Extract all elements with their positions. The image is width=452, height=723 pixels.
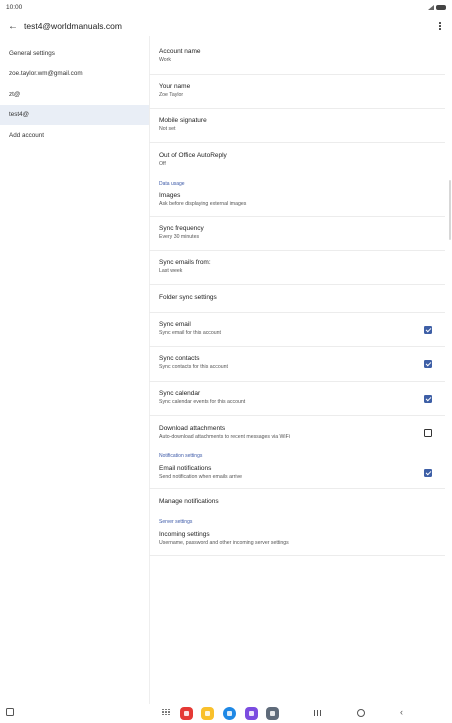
sync-email-checkbox[interactable] xyxy=(424,326,432,334)
setting-value: Sync calendar events for this account xyxy=(159,399,246,405)
setting-value: Off xyxy=(159,161,166,167)
setting-title: Incoming settings xyxy=(159,531,210,538)
signal-icon xyxy=(428,4,434,10)
setting-email-notifications[interactable]: Email notifications Send notification wh… xyxy=(149,462,445,489)
sync-contacts-checkbox[interactable] xyxy=(424,360,432,368)
status-icons xyxy=(428,4,446,10)
setting-value: Ask before displaying external images xyxy=(159,201,247,207)
setting-title: Manage notifications xyxy=(159,498,219,505)
setting-download-attachments[interactable]: Download attachments Auto-download attac… xyxy=(149,416,445,449)
setting-value: Username, password and other incoming se… xyxy=(159,540,289,546)
setting-title: Download attachments xyxy=(159,425,226,432)
setting-sync-frequency[interactable]: Sync frequency Every 30 minutes xyxy=(149,217,445,251)
setting-title: Your name xyxy=(159,83,191,90)
settings-list: Account name Work Your name Zoe Taylor M… xyxy=(149,41,445,556)
setting-value: Send notification when emails arrive xyxy=(159,474,243,480)
setting-value: Last week xyxy=(159,268,183,274)
section-heading-data-usage: Data usage xyxy=(159,180,185,187)
setting-account-name[interactable]: Account name Work xyxy=(149,41,445,75)
email-notifications-checkbox[interactable] xyxy=(424,469,432,477)
keyboard-icon[interactable] xyxy=(6,708,14,716)
setting-value: Not set xyxy=(159,126,176,132)
setting-sync-emails-from[interactable]: Sync emails from: Last week xyxy=(149,251,445,285)
setting-title: Sync frequency xyxy=(159,225,204,232)
dock-app-red-icon[interactable] xyxy=(180,707,193,720)
setting-mobile-signature[interactable]: Mobile signature Not set xyxy=(149,109,445,143)
setting-images[interactable]: Images Ask before displaying external im… xyxy=(149,190,445,217)
setting-value: Auto-download attachments to recent mess… xyxy=(159,434,290,440)
system-nav-bar: ‹ xyxy=(0,703,452,723)
home-icon[interactable] xyxy=(357,709,365,717)
dock-app-purple-icon[interactable] xyxy=(245,707,258,720)
sidebar-item-account-gmail[interactable]: zoe.taylor.wm@gmail.com xyxy=(0,64,149,85)
setting-title: Email notifications xyxy=(159,465,212,472)
setting-title: Sync email xyxy=(159,321,191,328)
setting-value: Sync contacts for this account xyxy=(159,364,228,370)
apps-grid-icon[interactable] xyxy=(162,707,170,717)
back-nav-icon[interactable]: ‹ xyxy=(400,708,403,717)
setting-sync-contacts[interactable]: Sync contacts Sync contacts for this acc… xyxy=(149,347,445,382)
setting-value: Sync email for this account xyxy=(159,330,221,336)
setting-manage-notifications[interactable]: Manage notifications xyxy=(149,489,445,515)
setting-folder-sync[interactable]: Folder sync settings xyxy=(149,285,445,313)
setting-value: Zoe Taylor xyxy=(159,92,184,98)
sidebar-item-add-account[interactable]: Add account xyxy=(0,125,149,146)
setting-your-name[interactable]: Your name Zoe Taylor xyxy=(149,75,445,109)
setting-incoming-settings[interactable]: Incoming settings Username, password and… xyxy=(149,528,445,556)
sidebar-item-account-zt[interactable]: zt@ xyxy=(0,84,149,105)
setting-title: Out of Office AutoReply xyxy=(159,152,227,159)
sidebar: General settings zoe.taylor.wm@gmail.com… xyxy=(0,43,149,703)
setting-value: Work xyxy=(159,57,172,63)
download-attachments-checkbox[interactable] xyxy=(424,429,432,437)
sidebar-item-account-test4[interactable]: test4@ xyxy=(0,104,149,125)
battery-icon xyxy=(436,4,446,10)
back-arrow-icon[interactable]: ← xyxy=(6,19,20,33)
setting-out-of-office[interactable]: Out of Office AutoReply Off xyxy=(149,143,445,177)
status-time: 10:00 xyxy=(6,3,23,11)
status-bar: 10:00 xyxy=(0,0,452,14)
setting-title: Mobile signature xyxy=(159,117,207,124)
setting-value: Every 30 minutes xyxy=(159,234,200,240)
setting-title: Sync contacts xyxy=(159,355,200,362)
setting-title: Sync calendar xyxy=(159,390,201,397)
page-title: test4@worldmanuals.com xyxy=(24,21,122,31)
app-bar: ← test4@worldmanuals.com xyxy=(0,16,452,36)
sidebar-item-general-settings[interactable]: General settings xyxy=(0,43,149,64)
section-heading-server: Server settings xyxy=(159,518,193,525)
sync-calendar-checkbox[interactable] xyxy=(424,395,432,403)
dock-app-messages-icon[interactable] xyxy=(223,707,236,720)
setting-title: Account name xyxy=(159,48,201,55)
dock-app-camera-icon[interactable] xyxy=(266,707,279,720)
more-vert-icon[interactable] xyxy=(434,19,446,33)
scrollbar[interactable] xyxy=(449,180,451,240)
dock-app-yellow-icon[interactable] xyxy=(201,707,214,720)
setting-sync-email[interactable]: Sync email Sync email for this account xyxy=(149,313,445,347)
setting-title: Folder sync settings xyxy=(159,294,217,301)
setting-title: Images xyxy=(159,192,181,199)
setting-sync-calendar[interactable]: Sync calendar Sync calendar events for t… xyxy=(149,382,445,416)
section-heading-notification: Notification settings xyxy=(159,452,203,459)
recents-icon[interactable] xyxy=(314,710,322,716)
setting-title: Sync emails from: xyxy=(159,259,211,266)
